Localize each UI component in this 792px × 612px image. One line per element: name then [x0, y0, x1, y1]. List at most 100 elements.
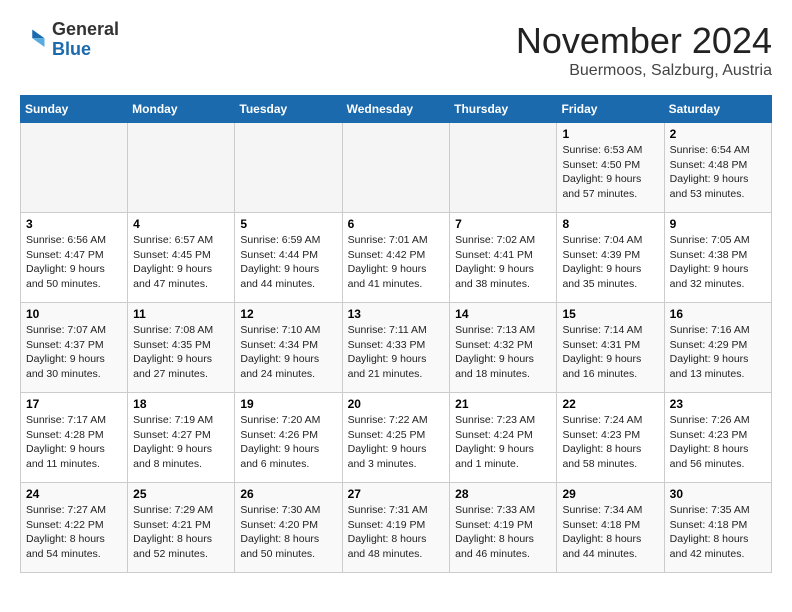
day-info: Sunrise: 7:23 AM Sunset: 4:24 PM Dayligh… — [455, 413, 551, 472]
day-cell: 21 Sunrise: 7:23 AM Sunset: 4:24 PM Dayli… — [450, 393, 557, 483]
day-number: 3 — [26, 217, 122, 231]
day-cell: 16 Sunrise: 7:16 AM Sunset: 4:29 PM Dayli… — [664, 303, 771, 393]
day-info: Sunrise: 7:10 AM Sunset: 4:34 PM Dayligh… — [240, 323, 336, 382]
day-info: Sunrise: 6:54 AM Sunset: 4:48 PM Dayligh… — [670, 143, 766, 202]
day-info: Sunrise: 7:14 AM Sunset: 4:31 PM Dayligh… — [562, 323, 658, 382]
day-info: Sunrise: 7:13 AM Sunset: 4:32 PM Dayligh… — [455, 323, 551, 382]
day-info: Sunrise: 6:56 AM Sunset: 4:47 PM Dayligh… — [26, 233, 122, 292]
day-cell: 2 Sunrise: 6:54 AM Sunset: 4:48 PM Daylig… — [664, 123, 771, 213]
day-header-sunday: Sunday — [21, 96, 128, 123]
day-header-wednesday: Wednesday — [342, 96, 450, 123]
day-number: 14 — [455, 307, 551, 321]
header-row: SundayMondayTuesdayWednesdayThursdayFrid… — [21, 96, 772, 123]
day-number: 22 — [562, 397, 658, 411]
day-number: 1 — [562, 127, 658, 141]
day-cell: 13Sunrise: 7:11 AM Sunset: 4:33 PM Dayli… — [342, 303, 450, 393]
day-cell — [21, 123, 128, 213]
day-header-friday: Friday — [557, 96, 664, 123]
day-info: Sunrise: 6:57 AM Sunset: 4:45 PM Dayligh… — [133, 233, 229, 292]
day-number: 26 — [240, 487, 336, 501]
day-cell: 30Sunrise: 7:35 AM Sunset: 4:18 PM Dayli… — [664, 483, 771, 573]
day-number: 27 — [348, 487, 445, 501]
day-cell: 11 Sunrise: 7:08 AM Sunset: 4:35 PM Dayli… — [128, 303, 235, 393]
day-cell: 1Sunrise: 6:53 AM Sunset: 4:50 PM Daylig… — [557, 123, 664, 213]
day-number: 6 — [348, 217, 445, 231]
day-cell — [235, 123, 342, 213]
day-header-monday: Monday — [128, 96, 235, 123]
day-info: Sunrise: 7:26 AM Sunset: 4:23 PM Dayligh… — [670, 413, 766, 472]
day-number: 21 — [455, 397, 551, 411]
day-cell: 25Sunrise: 7:29 AM Sunset: 4:21 PM Dayli… — [128, 483, 235, 573]
day-info: Sunrise: 7:01 AM Sunset: 4:42 PM Dayligh… — [348, 233, 445, 292]
day-number: 9 — [670, 217, 766, 231]
day-number: 8 — [562, 217, 658, 231]
day-number: 7 — [455, 217, 551, 231]
week-row-3: 10 Sunrise: 7:07 AM Sunset: 4:37 PM Dayli… — [21, 303, 772, 393]
day-number: 16 — [670, 307, 766, 321]
month-title: November 2024 — [516, 20, 772, 62]
day-info: Sunrise: 7:31 AM Sunset: 4:19 PM Dayligh… — [348, 503, 445, 562]
day-info: Sunrise: 7:08 AM Sunset: 4:35 PM Dayligh… — [133, 323, 229, 382]
day-info: Sunrise: 7:35 AM Sunset: 4:18 PM Dayligh… — [670, 503, 766, 562]
logo-icon — [20, 26, 48, 54]
day-number: 12 — [240, 307, 336, 321]
day-cell: 10 Sunrise: 7:07 AM Sunset: 4:37 PM Dayli… — [21, 303, 128, 393]
day-cell: 26Sunrise: 7:30 AM Sunset: 4:20 PM Dayli… — [235, 483, 342, 573]
day-cell: 28 Sunrise: 7:33 AM Sunset: 4:19 PM Dayli… — [450, 483, 557, 573]
day-cell: 22Sunrise: 7:24 AM Sunset: 4:23 PM Dayli… — [557, 393, 664, 483]
day-number: 10 — [26, 307, 122, 321]
day-cell — [128, 123, 235, 213]
day-number: 2 — [670, 127, 766, 141]
day-cell: 14 Sunrise: 7:13 AM Sunset: 4:32 PM Dayli… — [450, 303, 557, 393]
week-row-2: 3 Sunrise: 6:56 AM Sunset: 4:47 PM Daylig… — [21, 213, 772, 303]
day-cell: 15 Sunrise: 7:14 AM Sunset: 4:31 PM Dayli… — [557, 303, 664, 393]
day-info: Sunrise: 7:07 AM Sunset: 4:37 PM Dayligh… — [26, 323, 122, 382]
day-header-tuesday: Tuesday — [235, 96, 342, 123]
day-info: Sunrise: 7:02 AM Sunset: 4:41 PM Dayligh… — [455, 233, 551, 292]
day-info: Sunrise: 7:22 AM Sunset: 4:25 PM Dayligh… — [348, 413, 445, 472]
day-cell: 8 Sunrise: 7:04 AM Sunset: 4:39 PM Daylig… — [557, 213, 664, 303]
day-info: Sunrise: 7:19 AM Sunset: 4:27 PM Dayligh… — [133, 413, 229, 472]
day-number: 24 — [26, 487, 122, 501]
day-number: 28 — [455, 487, 551, 501]
day-cell: 19 Sunrise: 7:20 AM Sunset: 4:26 PM Dayli… — [235, 393, 342, 483]
week-row-1: 1Sunrise: 6:53 AM Sunset: 4:50 PM Daylig… — [21, 123, 772, 213]
calendar: SundayMondayTuesdayWednesdayThursdayFrid… — [20, 95, 772, 573]
day-cell — [450, 123, 557, 213]
day-cell: 27 Sunrise: 7:31 AM Sunset: 4:19 PM Dayli… — [342, 483, 450, 573]
day-number: 18 — [133, 397, 229, 411]
day-cell — [342, 123, 450, 213]
calendar-body: 1Sunrise: 6:53 AM Sunset: 4:50 PM Daylig… — [21, 123, 772, 573]
day-info: Sunrise: 7:20 AM Sunset: 4:26 PM Dayligh… — [240, 413, 336, 472]
logo: General Blue — [20, 20, 119, 60]
day-number: 17 — [26, 397, 122, 411]
day-cell: 5Sunrise: 6:59 AM Sunset: 4:44 PM Daylig… — [235, 213, 342, 303]
day-cell: 7 Sunrise: 7:02 AM Sunset: 4:41 PM Daylig… — [450, 213, 557, 303]
day-cell: 4 Sunrise: 6:57 AM Sunset: 4:45 PM Daylig… — [128, 213, 235, 303]
week-row-5: 24Sunrise: 7:27 AM Sunset: 4:22 PM Dayli… — [21, 483, 772, 573]
day-cell: 20Sunrise: 7:22 AM Sunset: 4:25 PM Dayli… — [342, 393, 450, 483]
day-info: Sunrise: 7:05 AM Sunset: 4:38 PM Dayligh… — [670, 233, 766, 292]
day-number: 5 — [240, 217, 336, 231]
day-cell: 17Sunrise: 7:17 AM Sunset: 4:28 PM Dayli… — [21, 393, 128, 483]
day-number: 19 — [240, 397, 336, 411]
day-number: 15 — [562, 307, 658, 321]
day-info: Sunrise: 7:11 AM Sunset: 4:33 PM Dayligh… — [348, 323, 445, 382]
day-cell: 12 Sunrise: 7:10 AM Sunset: 4:34 PM Dayli… — [235, 303, 342, 393]
title-area: November 2024 Buermoos, Salzburg, Austri… — [516, 20, 772, 80]
day-number: 4 — [133, 217, 229, 231]
header: General Blue November 2024 Buermoos, Sal… — [20, 20, 772, 80]
logo-blue: Blue — [52, 40, 119, 60]
day-number: 29 — [562, 487, 658, 501]
day-info: Sunrise: 7:16 AM Sunset: 4:29 PM Dayligh… — [670, 323, 766, 382]
day-cell: 9 Sunrise: 7:05 AM Sunset: 4:38 PM Daylig… — [664, 213, 771, 303]
day-info: Sunrise: 7:04 AM Sunset: 4:39 PM Dayligh… — [562, 233, 658, 292]
day-cell: 3 Sunrise: 6:56 AM Sunset: 4:47 PM Daylig… — [21, 213, 128, 303]
day-header-thursday: Thursday — [450, 96, 557, 123]
day-info: Sunrise: 7:33 AM Sunset: 4:19 PM Dayligh… — [455, 503, 551, 562]
day-number: 23 — [670, 397, 766, 411]
day-cell: 18 Sunrise: 7:19 AM Sunset: 4:27 PM Dayli… — [128, 393, 235, 483]
day-number: 11 — [133, 307, 229, 321]
calendar-header: SundayMondayTuesdayWednesdayThursdayFrid… — [21, 96, 772, 123]
day-cell: 24Sunrise: 7:27 AM Sunset: 4:22 PM Dayli… — [21, 483, 128, 573]
